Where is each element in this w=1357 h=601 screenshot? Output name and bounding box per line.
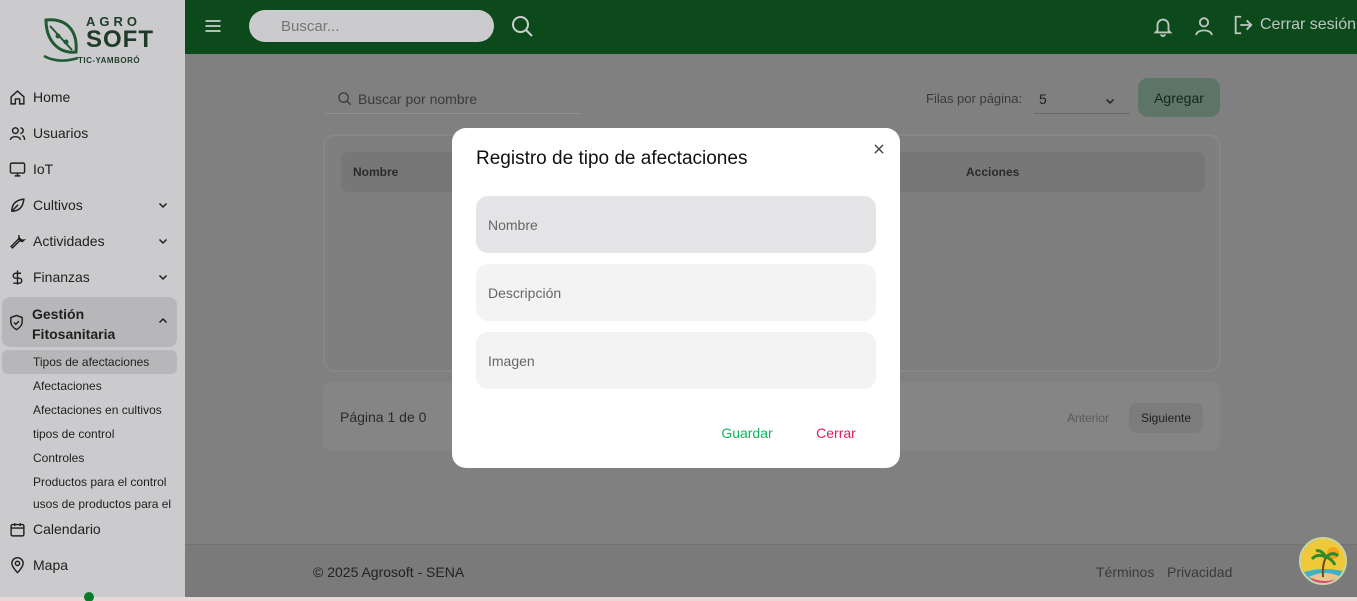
- search-icon: [338, 92, 352, 106]
- sidebar-item-label: Gestión Fitosanitaria: [32, 306, 116, 342]
- status-dot: [84, 592, 94, 601]
- chevron-down-icon: [1104, 94, 1116, 110]
- pagination-info: Página 1 de 0: [340, 409, 427, 425]
- sidebar-item-finanzas[interactable]: Finanzas: [0, 259, 185, 295]
- privacy-link[interactable]: Privacidad: [1167, 564, 1232, 580]
- users-icon: [8, 124, 26, 142]
- leaf-icon: [8, 196, 26, 214]
- cancel-button[interactable]: Cerrar: [798, 422, 874, 444]
- hamburger-menu-icon[interactable]: [203, 16, 223, 41]
- register-affectation-type-modal: Registro de tipo de afectaciones Nombre …: [452, 128, 900, 468]
- sidebar-item-mapa[interactable]: Mapa: [0, 547, 185, 583]
- add-button[interactable]: Agregar: [1138, 78, 1220, 117]
- column-header-acciones: Acciones: [966, 165, 1020, 179]
- name-field[interactable]: Nombre: [476, 196, 876, 253]
- column-header-nombre[interactable]: Nombre: [353, 165, 398, 179]
- sidebar-item-label: Finanzas: [33, 269, 90, 285]
- chevron-up-icon: [157, 314, 169, 332]
- modal-title: Registro de tipo de afectaciones: [476, 148, 748, 169]
- logout-icon: [1234, 15, 1253, 35]
- logout-button[interactable]: Cerrar sesión: [1232, 14, 1356, 36]
- footer: © 2025 Agrosoft - SENA Términos Privacid…: [185, 544, 1357, 597]
- calendar-icon: [8, 520, 26, 538]
- agrosoft-logo[interactable]: AGRO SOFT TIC-YAMBORÓ: [38, 12, 153, 70]
- chevron-down-icon: [157, 198, 169, 214]
- sidebar-item-iot[interactable]: IoT: [0, 151, 185, 187]
- image-field[interactable]: Imagen: [476, 332, 876, 389]
- logo-text-main: SOFT: [86, 26, 154, 53]
- close-icon[interactable]: [872, 142, 886, 161]
- sidebar-item-cultivos[interactable]: Cultivos: [0, 187, 185, 223]
- sidebar-subitem-productos-control[interactable]: Productos para el control: [2, 470, 177, 494]
- bell-icon[interactable]: [1152, 14, 1174, 43]
- sidebar-item-usuarios[interactable]: Usuarios: [0, 115, 185, 151]
- copyright-text: © 2025 Agrosoft - SENA: [313, 564, 465, 580]
- rows-per-page-label: Filas por página:: [926, 91, 1023, 106]
- sidebar-item-label: Calendario: [33, 521, 101, 537]
- rows-per-page-value: 5: [1039, 90, 1047, 107]
- description-field[interactable]: Descripción: [476, 264, 876, 321]
- sidebar-subitem-controles[interactable]: Controles: [2, 446, 177, 470]
- sidebar-item-label: Actividades: [33, 233, 105, 249]
- sidebar-subitem-tipos-control[interactable]: tipos de control: [2, 422, 177, 446]
- name-search-input[interactable]: Buscar por nombre: [325, 84, 580, 114]
- sidebar-item-actividades[interactable]: Actividades: [0, 223, 185, 259]
- bottom-strip: [0, 597, 1357, 601]
- assistant-avatar[interactable]: [1299, 537, 1347, 585]
- sidebar-subitem-tipos-afectaciones[interactable]: Tipos de afectaciones: [2, 350, 177, 374]
- logout-label: Cerrar sesión: [1260, 16, 1357, 33]
- rows-per-page-select[interactable]: 5: [1034, 84, 1130, 114]
- topbar: Cerrar sesión: [185, 0, 1357, 54]
- sidebar-subitem-afectaciones-cultivos[interactable]: Afectaciones en cultivos: [2, 398, 177, 422]
- next-page-button[interactable]: Siguiente: [1129, 403, 1203, 433]
- sidebar-item-label: Cultivos: [33, 197, 83, 213]
- monitor-icon: [8, 160, 26, 178]
- sidebar-item-gestion-fitosanitaria[interactable]: Gestión Fitosanitaria: [2, 297, 177, 347]
- sidebar-item-label: Mapa: [33, 557, 69, 573]
- chevron-down-icon: [157, 234, 169, 250]
- sidebar-subitem-usos-productos[interactable]: usos de productos para el: [2, 494, 177, 510]
- user-icon[interactable]: [1193, 14, 1215, 43]
- home-icon: [8, 88, 26, 106]
- sidebar-item-home[interactable]: Home: [0, 79, 185, 115]
- sidebar-subitem-afectaciones[interactable]: Afectaciones: [2, 374, 177, 398]
- sidebar: AGRO SOFT TIC-YAMBORÓ Home Usuarios IoT …: [0, 0, 185, 601]
- wrench-icon: [8, 232, 26, 250]
- save-button[interactable]: Guardar: [706, 422, 788, 444]
- sidebar-item-calendario[interactable]: Calendario: [0, 511, 185, 547]
- sidebar-item-label: Usuarios: [33, 125, 89, 141]
- previous-page-button[interactable]: Anterior: [1067, 411, 1109, 425]
- terms-link[interactable]: Términos: [1096, 564, 1154, 580]
- search-icon[interactable]: [510, 14, 534, 43]
- global-search-input[interactable]: [249, 10, 494, 42]
- sidebar-item-label: Home: [33, 89, 71, 105]
- shield-icon: [8, 314, 25, 336]
- map-pin-icon: [8, 556, 26, 574]
- logo-text-sub: TIC-YAMBORÓ: [78, 56, 141, 65]
- dollar-icon: [8, 268, 26, 286]
- sidebar-item-label: IoT: [33, 161, 54, 177]
- chevron-down-icon: [157, 270, 169, 286]
- name-search-placeholder: Buscar por nombre: [358, 90, 478, 107]
